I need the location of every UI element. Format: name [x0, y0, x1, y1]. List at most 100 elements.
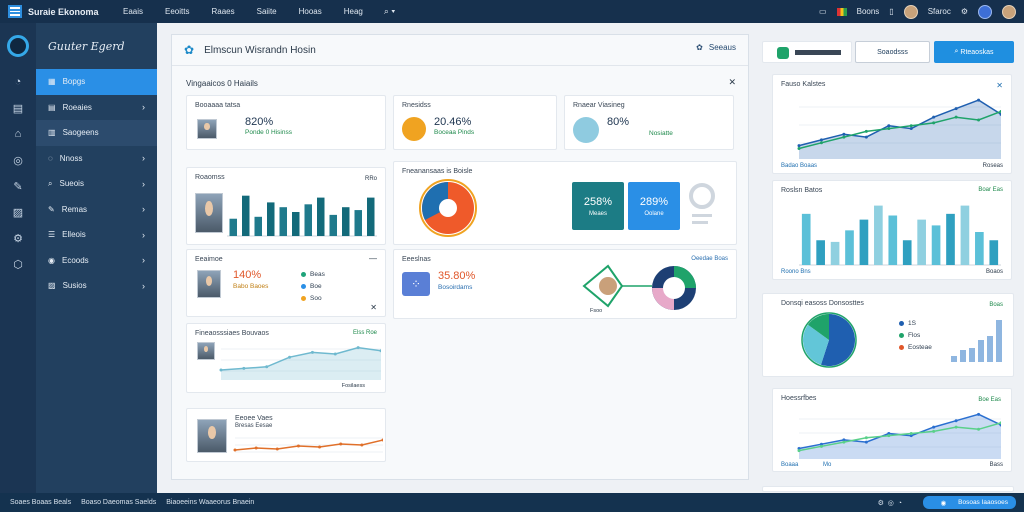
- share-value: 35.80%: [438, 270, 476, 282]
- book-icon[interactable]: ▤: [0, 95, 36, 121]
- top-nav-item[interactable]: Saiite: [246, 7, 288, 16]
- footer-item[interactable]: Soaes Boaas Beals: [10, 499, 71, 506]
- image-icon[interactable]: ▨: [0, 199, 36, 225]
- search-icon[interactable]: ⌕ ▾: [384, 6, 395, 17]
- profile-avatar[interactable]: [1002, 4, 1016, 19]
- app-badge[interactable]: [762, 41, 852, 63]
- image-icon: ▨: [48, 281, 56, 291]
- top-nav-item[interactable]: Heag: [333, 7, 374, 16]
- top-nav-item[interactable]: Raaes: [200, 7, 245, 16]
- data-point: [864, 129, 868, 133]
- legend-item: Soo: [301, 295, 325, 302]
- chart-footer: Boaaa: [781, 462, 799, 468]
- data-point: [977, 427, 981, 431]
- share-icon[interactable]: ✿: [184, 43, 194, 57]
- note-icon: ✎: [48, 204, 55, 214]
- chart-footer: Mo: [823, 462, 832, 468]
- chart-sub: Bresas Eesae: [235, 423, 273, 429]
- top-nav-item[interactable]: Eaais: [112, 7, 154, 16]
- close-icon[interactable]: ✕: [728, 77, 736, 88]
- gear-icon[interactable]: ⚙: [961, 7, 968, 16]
- primary-button[interactable]: ⌕ Rteaoskas: [934, 41, 1014, 63]
- tile-sub: Meaes: [588, 210, 607, 217]
- settings-icon[interactable]: ⚙ ◎ ◔: [878, 499, 902, 507]
- sidebar-item-label: Sueois: [59, 179, 84, 189]
- sidebar-item[interactable]: ◉ Ecoods ›: [36, 248, 157, 274]
- data-point: [296, 444, 300, 448]
- bar: [801, 213, 811, 265]
- data-point: [219, 368, 223, 372]
- flag-icon[interactable]: [836, 7, 847, 16]
- data-point: [954, 115, 958, 119]
- sidebar-item[interactable]: ▤ Roeaies ›: [36, 95, 157, 121]
- sidebar-item[interactable]: ◌ Nnoss ›: [36, 146, 157, 172]
- chart-title: Fauso Kalstes: [781, 81, 826, 88]
- top-right-label[interactable]: Boons: [857, 7, 880, 16]
- sidebar-item[interactable]: ▦ Bopgs: [36, 69, 157, 95]
- bell-icon[interactable]: ▭: [819, 7, 827, 16]
- shield-icon[interactable]: ⬡: [0, 251, 36, 277]
- globe-icon[interactable]: ◎: [0, 147, 36, 173]
- bar: [267, 202, 275, 236]
- close-icon[interactable]: ✕: [370, 303, 377, 312]
- right-line-card[interactable]: Fauso Kalstes ✕ Badao Boaas Roseas: [772, 74, 1012, 174]
- sidebar-item[interactable]: ▨ Susios ›: [36, 273, 157, 299]
- chevron-right-icon: ›: [142, 204, 145, 215]
- settings-icon[interactable]: ⚙: [0, 225, 36, 251]
- data-point: [819, 138, 823, 142]
- chevron-right-icon: ›: [142, 153, 145, 164]
- sidebar-item[interactable]: ✎ Remas ›: [36, 197, 157, 223]
- bar: [931, 225, 941, 265]
- chart-footer: Roseas: [982, 163, 1003, 169]
- app-logo[interactable]: Suraie Ekonoma: [0, 5, 112, 18]
- sidebar-item[interactable]: ⌕ Sueois ›: [36, 171, 157, 197]
- stat-title: Rnesidss: [402, 102, 431, 109]
- right-bar-card[interactable]: Roslsn Batos Boar Eas Roono Bns Boaos: [772, 180, 1012, 280]
- lock-icon[interactable]: ⌂: [0, 121, 36, 147]
- more-icon[interactable]: —: [369, 254, 377, 263]
- avatar[interactable]: [903, 4, 918, 19]
- share-card[interactable]: Eeeslnas Oeedae Boas ⁘ 35.80% Bosoirdams…: [393, 249, 737, 319]
- status-badge[interactable]: ✿ Seeaus: [696, 43, 736, 52]
- top-nav-item[interactable]: Hooas: [288, 7, 333, 16]
- data-point: [909, 432, 913, 436]
- donut-card[interactable]: Fneanansaas is Boisle 258% Meaes 289% Oo…: [393, 161, 737, 245]
- chart-footer: Fosilaess: [341, 383, 365, 389]
- stat-card[interactable]: Rnaear Viasineg 80% Nosiatte: [564, 95, 734, 150]
- chart-title: Roslsn Batos: [781, 187, 823, 194]
- line-chart-card[interactable]: Eeoee Vaes Bresas Eesae: [186, 408, 386, 462]
- chart-caption: Fsoo: [590, 308, 603, 314]
- sidebar-item-label: Saogeens: [62, 128, 99, 138]
- outline-button[interactable]: Soaodsss: [855, 41, 930, 63]
- right-area-card[interactable]: Hoessrfbes Boe Eas Boaaa Mo Bass: [772, 388, 1012, 472]
- metric-tile[interactable]: 289% Oolane: [628, 182, 680, 230]
- footer-button[interactable]: ◉ Bosoas Iaaosoes: [922, 496, 1016, 509]
- stat-card[interactable]: Rnesidss 20.46% Boceaa Pinds: [393, 95, 557, 150]
- lock-icon[interactable]: ▯: [889, 7, 893, 16]
- bell-icon[interactable]: ◔: [0, 69, 36, 95]
- stat-card[interactable]: Booaaaa tatsa 820% Ponde 0 Hisinss: [186, 95, 386, 150]
- footer-item[interactable]: Biaoeeins Waaeorus Bnaein: [166, 499, 254, 506]
- sidebar-item-label: Remas: [61, 204, 88, 214]
- person-card[interactable]: Eeaimoe — 140% Babo Baoes Beas Boe Soo ✕: [186, 249, 386, 317]
- sidebar-item-label: Roeaies: [62, 102, 92, 112]
- right-pie-card[interactable]: Donsqi easoss Donsosttes Boas 1S Flos Eo…: [762, 293, 1014, 377]
- sidebar-item[interactable]: ☰ Elleois ›: [36, 222, 157, 248]
- user-name[interactable]: Sfaroc: [928, 7, 951, 16]
- bar-chart-card[interactable]: Roaomss RRo: [186, 167, 386, 245]
- notification-badge[interactable]: [978, 4, 992, 19]
- data-point: [977, 118, 981, 122]
- top-right-tools: ▭ Boons ▯ Sfaroc ⚙: [819, 0, 1016, 23]
- top-nav: Eaais Eeoitts Raaes Saiite Hooas Heag: [112, 7, 374, 16]
- area-chart-card[interactable]: Fineaosssiaes Bouvaos Elss Roe Fosilaess: [186, 323, 386, 393]
- top-nav-item[interactable]: Eeoitts: [154, 7, 200, 16]
- footer-item[interactable]: Boaso Daeomas Saelds: [81, 499, 156, 506]
- metric-tile[interactable]: 258% Meaes: [572, 182, 624, 230]
- network-node: [599, 277, 617, 295]
- pen-icon[interactable]: ✎: [0, 173, 36, 199]
- data-point: [887, 124, 891, 128]
- legend-item: Boe: [301, 283, 325, 290]
- sidebar-item[interactable]: ▥ Saogeens: [36, 120, 157, 146]
- brand-icon[interactable]: [7, 35, 29, 57]
- chart-title: Donsqi easoss Donsosttes: [781, 300, 864, 307]
